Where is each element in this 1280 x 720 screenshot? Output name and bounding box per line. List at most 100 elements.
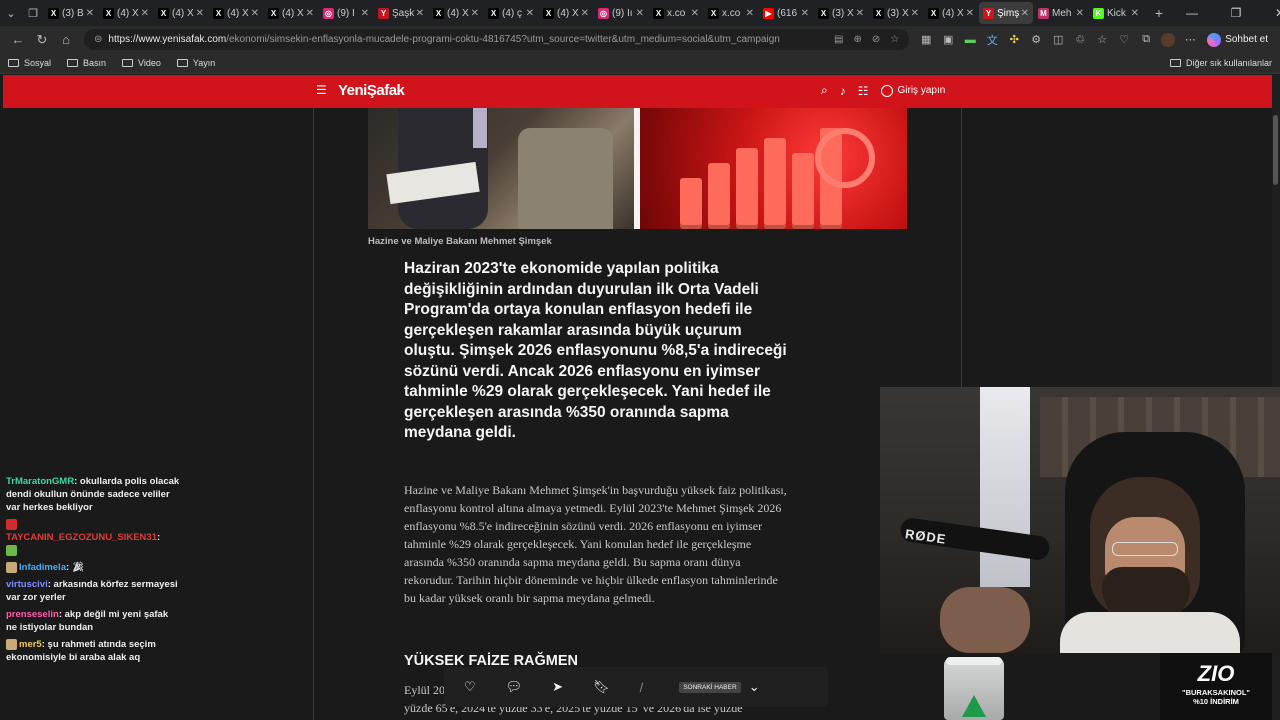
bookmark-folder-sosyal[interactable]: Sosyal bbox=[8, 58, 51, 68]
performance-icon[interactable]: ♲ bbox=[1069, 29, 1091, 51]
bookmark-folder-yayin[interactable]: Yayın bbox=[176, 58, 215, 68]
close-tab-icon[interactable]: ✕ bbox=[526, 8, 534, 19]
browser-tab[interactable]: X (4) X ✕ bbox=[209, 2, 263, 24]
workspaces-icon[interactable]: ❐ bbox=[22, 2, 44, 24]
reader-mode-icon[interactable]: ▤ bbox=[834, 34, 843, 45]
extension-icon[interactable]: ✣ bbox=[1003, 29, 1025, 51]
zoom-icon[interactable]: ⊕ bbox=[853, 34, 861, 45]
browser-tab[interactable]: X (4) X ✕ bbox=[264, 2, 318, 24]
browser-tab[interactable]: Xx.co ✕ bbox=[704, 2, 758, 24]
notification-bell-icon[interactable]: ♪ bbox=[840, 84, 846, 98]
folder-icon bbox=[8, 59, 19, 67]
home-icon[interactable]: ⌂ bbox=[54, 29, 78, 51]
search-icon[interactable]: ⌕ bbox=[821, 83, 828, 98]
browser-tab[interactable]: X (3) B ✕ bbox=[44, 2, 98, 24]
more-menu-icon[interactable]: ⋯ bbox=[1179, 29, 1201, 51]
close-tab-icon[interactable]: ✕ bbox=[801, 8, 809, 19]
browser-tab[interactable]: K Kick ✕ bbox=[1089, 2, 1143, 24]
close-tab-icon[interactable]: ✕ bbox=[1131, 8, 1139, 19]
scrollbar-thumb[interactable] bbox=[1273, 115, 1278, 185]
close-tab-icon[interactable]: ✕ bbox=[636, 8, 644, 19]
extension-icon[interactable]: 文 bbox=[981, 29, 1003, 51]
site-info-icon[interactable]: ⊜ bbox=[94, 34, 102, 45]
maximize-icon[interactable]: ❐ bbox=[1214, 6, 1258, 20]
close-tab-icon[interactable]: ✕ bbox=[691, 8, 699, 19]
close-window-icon[interactable]: ✕ bbox=[1258, 6, 1280, 20]
copilot-button[interactable]: Sohbet et bbox=[1201, 32, 1274, 47]
close-tab-icon[interactable]: ✕ bbox=[306, 8, 314, 19]
close-tab-icon[interactable]: ✕ bbox=[1021, 8, 1029, 19]
next-article-button[interactable]: SONRAKİ HABER bbox=[679, 681, 741, 693]
tab-title: (3) X bbox=[832, 7, 854, 19]
x-logo-icon: X bbox=[268, 7, 279, 19]
bookmark-folder-basin[interactable]: Basın bbox=[67, 58, 106, 68]
tab-title: (4) X bbox=[227, 7, 249, 19]
tab-title: Şaşk bbox=[392, 7, 414, 19]
close-tab-icon[interactable]: ✕ bbox=[471, 8, 479, 19]
close-tab-icon[interactable]: ✕ bbox=[966, 8, 974, 19]
sponsor-logo: ZIO bbox=[1197, 661, 1235, 686]
browser-tab[interactable]: X (4) X ✕ bbox=[924, 2, 978, 24]
comment-icon[interactable]: 💬︎ bbox=[506, 679, 523, 695]
login-button[interactable]: Giriş yapın bbox=[880, 84, 946, 97]
bookmark-icon[interactable]: 🔖︎ bbox=[593, 679, 610, 695]
close-tab-icon[interactable]: ✕ bbox=[856, 8, 864, 19]
browser-tab[interactable]: X (4) X ✕ bbox=[539, 2, 593, 24]
url-field[interactable]: ⊜ https://www.yenisafak.com/ekonomi/sims… bbox=[84, 29, 910, 50]
browser-tab[interactable]: X (4) X ✕ bbox=[429, 2, 483, 24]
collections-icon[interactable]: ⧉ bbox=[1135, 29, 1157, 51]
browser-tab[interactable]: ◎ (9) İ ✕ bbox=[319, 2, 373, 24]
content-border-right bbox=[961, 108, 962, 388]
profile-avatar[interactable] bbox=[1157, 29, 1179, 51]
login-label: Giriş yapın bbox=[897, 85, 946, 96]
browser-tab[interactable]: X (3) X ✕ bbox=[814, 2, 868, 24]
close-tab-icon[interactable]: ✕ bbox=[251, 8, 259, 19]
browser-tab[interactable]: ▶ (616 ✕ bbox=[759, 2, 813, 24]
browser-tab[interactable]: Xx.co ✕ bbox=[649, 2, 703, 24]
reload-icon[interactable]: ↻ bbox=[30, 29, 54, 51]
browser-tab[interactable]: X (4) X ✕ bbox=[99, 2, 153, 24]
extension-icon[interactable]: ▣ bbox=[937, 29, 959, 51]
favorites-icon[interactable]: ☆ bbox=[1091, 29, 1113, 51]
other-favorites[interactable]: Diğer sık kullanılanlar bbox=[1169, 58, 1272, 68]
like-heart-icon[interactable]: ♡ bbox=[464, 679, 476, 695]
extensions-puzzle-icon[interactable]: ⚙ bbox=[1025, 29, 1047, 51]
extension-icon[interactable]: ▦ bbox=[915, 29, 937, 51]
tab-search-icon[interactable]: ⌄ bbox=[0, 2, 22, 24]
article-action-bar: ♡ 💬︎ ➤ 🔖︎ / SONRAKİ HABER ⌄ bbox=[444, 667, 828, 707]
close-tab-icon[interactable]: ✕ bbox=[361, 8, 369, 19]
url-path: /ekonomi/simsekin-enflasyonla-mucadele-p… bbox=[226, 34, 780, 45]
back-icon[interactable]: ← bbox=[6, 29, 30, 51]
share-send-icon[interactable]: ➤ bbox=[552, 679, 563, 695]
settings-sliders-icon[interactable]: ☷ bbox=[858, 84, 869, 98]
bookmark-folder-video[interactable]: Video bbox=[122, 58, 161, 68]
browser-tab[interactable]: Y Şimş ✕ bbox=[979, 2, 1033, 24]
chat-username: Infadimela bbox=[19, 562, 66, 573]
close-tab-icon[interactable]: ✕ bbox=[196, 8, 204, 19]
site-logo[interactable]: YeniŞafak bbox=[338, 82, 405, 99]
extension-icon[interactable]: ▬ bbox=[959, 29, 981, 51]
favorite-star-icon[interactable]: ☆ bbox=[890, 34, 899, 45]
close-tab-icon[interactable]: ✕ bbox=[911, 8, 919, 19]
browser-tab[interactable]: X (3) X ✕ bbox=[869, 2, 923, 24]
split-screen-icon[interactable]: ◫ bbox=[1047, 29, 1069, 51]
new-tab-icon[interactable]: + bbox=[1148, 2, 1170, 24]
close-tab-icon[interactable]: ✕ bbox=[141, 8, 149, 19]
badge-icon bbox=[6, 518, 17, 530]
chevron-down-circle-icon[interactable]: ⌄ bbox=[749, 679, 760, 695]
browser-tab[interactable]: Y Şaşk ✕ bbox=[374, 2, 428, 24]
browser-tab[interactable]: X (4) ç ✕ bbox=[484, 2, 538, 24]
webcam-overlay: RØDE bbox=[880, 387, 1280, 653]
close-tab-icon[interactable]: ✕ bbox=[581, 8, 589, 19]
browser-essentials-icon[interactable]: ♡ bbox=[1113, 29, 1135, 51]
browser-tab[interactable]: M Meh ✕ bbox=[1034, 2, 1088, 24]
close-tab-icon[interactable]: ✕ bbox=[1076, 8, 1084, 19]
close-tab-icon[interactable]: ✕ bbox=[416, 8, 424, 19]
browser-tab[interactable]: X (4) X ✕ bbox=[154, 2, 208, 24]
close-tab-icon[interactable]: ✕ bbox=[86, 8, 94, 19]
hamburger-menu-icon[interactable]: ☰ bbox=[316, 84, 327, 96]
minimize-icon[interactable]: — bbox=[1170, 6, 1214, 20]
browser-tab[interactable]: ◎ (9) İı ✕ bbox=[594, 2, 648, 24]
tracking-icon[interactable]: ⊘ bbox=[872, 34, 880, 45]
close-tab-icon[interactable]: ✕ bbox=[746, 8, 754, 19]
